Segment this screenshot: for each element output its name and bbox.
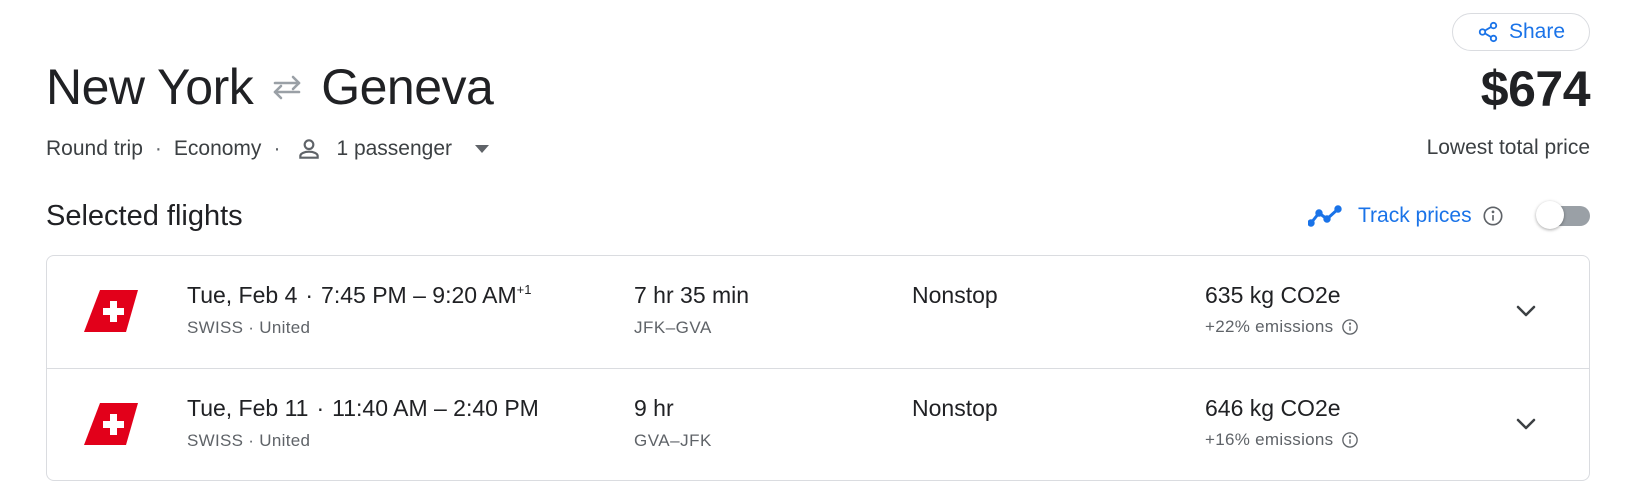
passenger-count[interactable]: 1 passenger xyxy=(336,137,452,161)
flight-row[interactable]: Tue, Feb 11 · 11:40 AM – 2:40 PM SWISS · U… xyxy=(47,368,1589,480)
flight-date: Tue, Feb 11 xyxy=(187,395,309,421)
share-label: Share xyxy=(1508,20,1566,43)
stops: Nonstop xyxy=(912,395,998,421)
selected-flights-list: Tue, Feb 4 · 7:45 PM – 9:20 AM+1 SWISS · U… xyxy=(46,255,1590,481)
separator-dot: · xyxy=(316,395,325,421)
airport-codes: JFK–GVA xyxy=(634,318,712,337)
share-icon xyxy=(1478,21,1498,43)
cabin-class: Economy xyxy=(173,137,262,160)
trip-type: Round trip xyxy=(46,137,143,160)
separator-dot: · xyxy=(273,137,281,160)
departure-arrival: 7:45 PM – 9:20 AM xyxy=(321,282,517,308)
airport-codes: GVA–JFK xyxy=(634,431,712,450)
departure-arrival: 11:40 AM – 2:40 PM xyxy=(332,395,539,421)
track-prices-toggle[interactable] xyxy=(1536,201,1590,229)
caret-down-icon[interactable] xyxy=(474,144,490,154)
co2-amount: 646 kg CO2e xyxy=(1205,395,1341,421)
co2-amount: 635 kg CO2e xyxy=(1205,282,1341,308)
emissions-label: +16% emissions xyxy=(1205,430,1334,449)
airline-names: SWISS · United xyxy=(187,318,311,337)
origin-city: New York xyxy=(46,59,254,115)
total-price: $674 xyxy=(1480,61,1591,117)
chevron-down-icon[interactable] xyxy=(1511,409,1541,439)
track-prices-label: Track prices xyxy=(1358,204,1472,227)
section-title: Selected flights xyxy=(46,200,243,232)
flight-duration: 9 hr xyxy=(634,395,674,421)
info-icon[interactable] xyxy=(1341,318,1359,336)
trip-options: Round trip · Economy · 1 passenger xyxy=(46,136,490,162)
stops: Nonstop xyxy=(912,282,998,308)
swiss-tail-logo xyxy=(84,403,138,445)
destination-city: Geneva xyxy=(321,59,494,115)
swiss-tail-logo xyxy=(84,290,138,332)
emissions-note: +22% emissions xyxy=(1205,317,1359,337)
flight-times: Tue, Feb 11 · 11:40 AM – 2:40 PM xyxy=(187,395,539,422)
info-icon[interactable] xyxy=(1341,431,1359,449)
swap-arrows-icon xyxy=(269,72,305,102)
emissions-note: +16% emissions xyxy=(1205,430,1359,450)
route-title: New York Geneva xyxy=(46,58,494,116)
info-icon[interactable] xyxy=(1482,205,1504,227)
day-offset: +1 xyxy=(516,282,532,297)
track-prices-button[interactable]: Track prices xyxy=(1308,204,1504,228)
share-button[interactable]: Share xyxy=(1452,13,1590,51)
flight-details-page: Share New York Geneva Round trip · Econo… xyxy=(0,0,1626,490)
trend-line-icon xyxy=(1308,205,1342,227)
flight-duration: 7 hr 35 min xyxy=(634,282,750,308)
flight-times: Tue, Feb 4 · 7:45 PM – 9:20 AM+1 xyxy=(187,282,532,309)
flight-row[interactable]: Tue, Feb 4 · 7:45 PM – 9:20 AM+1 SWISS · U… xyxy=(47,256,1589,368)
separator-dot: · xyxy=(305,282,314,308)
price-note: Lowest total price xyxy=(1426,136,1590,159)
toggle-knob xyxy=(1536,201,1564,229)
chevron-down-icon[interactable] xyxy=(1511,296,1541,326)
airline-names: SWISS · United xyxy=(187,431,311,450)
separator-dot: · xyxy=(154,137,162,160)
person-icon xyxy=(296,136,322,162)
flight-date: Tue, Feb 4 xyxy=(187,282,298,308)
emissions-label: +22% emissions xyxy=(1205,317,1334,336)
